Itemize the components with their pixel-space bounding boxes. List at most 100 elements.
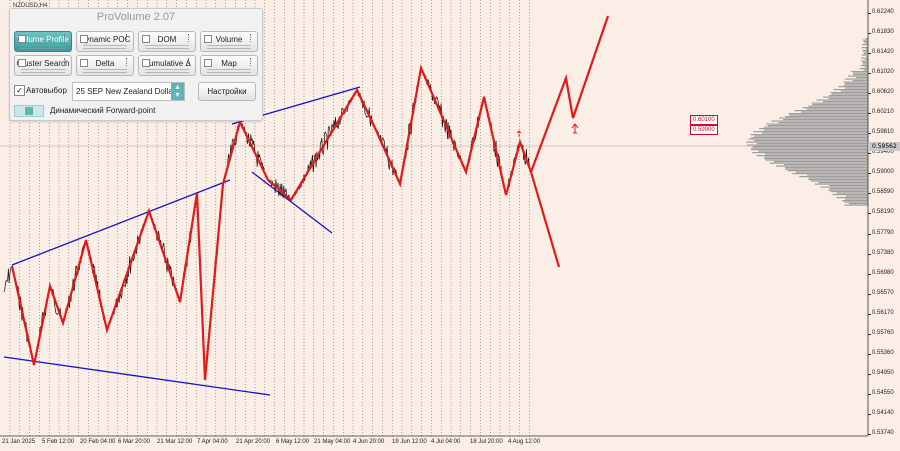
price-label: 0.56170 bbox=[872, 309, 894, 316]
volume-bar bbox=[753, 131, 868, 133]
arrow-up-icon-small bbox=[516, 130, 522, 137]
date-label: 21 Apr 20:00 bbox=[236, 439, 271, 445]
volume-bar bbox=[746, 141, 868, 143]
volume-bar bbox=[779, 117, 868, 119]
volume-bar bbox=[845, 198, 868, 200]
volume-bar bbox=[820, 186, 868, 188]
volume-bar bbox=[808, 179, 868, 181]
volume-bar bbox=[764, 158, 868, 160]
volume-bar bbox=[845, 87, 868, 89]
price-label: 0.55360 bbox=[872, 349, 894, 356]
volume-bar bbox=[783, 164, 868, 166]
date-label: 20 Feb 04:00 bbox=[80, 439, 116, 445]
price-label: 0.60620 bbox=[872, 89, 894, 96]
volume-bar bbox=[823, 96, 868, 98]
price-label: 0.53740 bbox=[872, 430, 894, 436]
settings-button[interactable]: Настройки bbox=[198, 82, 256, 101]
volume-bar bbox=[836, 197, 868, 199]
volume-bar bbox=[747, 144, 868, 146]
volume-bar bbox=[759, 128, 868, 130]
price-tick bbox=[868, 273, 871, 275]
dynamic-poc-button[interactable]: Dynamic POC bbox=[76, 31, 134, 52]
volume-bar bbox=[830, 92, 868, 94]
volume-bar bbox=[754, 140, 868, 142]
volume-bar bbox=[788, 113, 868, 115]
price-label: 0.62240 bbox=[872, 9, 894, 15]
price-tick bbox=[868, 193, 871, 195]
volume-bar bbox=[844, 201, 868, 203]
volume-bar bbox=[829, 188, 868, 190]
price-tick bbox=[868, 213, 871, 215]
volume-bar bbox=[756, 155, 868, 157]
volume-profile-button[interactable]: Volume Profile bbox=[14, 31, 72, 52]
volume-bar bbox=[787, 170, 868, 172]
provolume-panel: ProVolume 2.07 Volume Profile Dynamic PO… bbox=[9, 8, 263, 121]
price-tick bbox=[868, 253, 871, 255]
price-tick bbox=[868, 113, 871, 115]
volume-bar bbox=[754, 135, 868, 137]
volume-bar bbox=[792, 173, 868, 175]
autoselect-checkbox[interactable]: ✓ bbox=[14, 85, 25, 96]
toggle-icon bbox=[204, 35, 212, 43]
date-label: 7 Apr 04:00 bbox=[197, 439, 228, 445]
price-label: 0.56980 bbox=[872, 269, 894, 276]
price-label: 0.59810 bbox=[872, 129, 894, 136]
date-label: 4 Aug 12:00 bbox=[508, 439, 541, 445]
volume-bar bbox=[829, 185, 868, 187]
toggle-icon bbox=[80, 59, 88, 67]
date-label: 21 Jan 2025 bbox=[2, 439, 36, 445]
toggle-icon bbox=[142, 35, 150, 43]
dots-icon bbox=[126, 58, 130, 66]
volume-button[interactable]: Volume bbox=[200, 31, 258, 52]
volume-bar bbox=[852, 74, 868, 76]
volume-bar bbox=[816, 99, 868, 101]
check-icon: ✓ bbox=[16, 86, 23, 95]
volume-bar bbox=[748, 138, 868, 140]
chevron-updown-icon[interactable]: ▴ ▾ bbox=[171, 83, 184, 100]
volume-bar bbox=[828, 98, 868, 100]
volume-bar bbox=[778, 122, 868, 124]
price-tick bbox=[868, 353, 871, 355]
volume-bar bbox=[785, 116, 868, 118]
current-price-label: 0.59562 bbox=[868, 142, 900, 151]
volume-bar bbox=[807, 174, 868, 176]
volume-bar bbox=[785, 167, 868, 169]
price-tick bbox=[868, 313, 871, 315]
volume-bar bbox=[859, 68, 868, 70]
dots-icon bbox=[188, 58, 192, 66]
volume-bar bbox=[794, 110, 868, 112]
volume-bar bbox=[833, 89, 868, 91]
forward-point-icon[interactable] bbox=[14, 105, 44, 117]
cluster-search-button[interactable]: Cluster Search bbox=[14, 55, 72, 76]
volume-bar bbox=[758, 150, 868, 152]
volume-bar bbox=[767, 125, 868, 127]
dots-icon bbox=[64, 34, 68, 42]
volume-bar bbox=[829, 95, 868, 97]
delta-button[interactable]: Delta bbox=[76, 55, 134, 76]
volume-bar bbox=[766, 123, 868, 125]
volume-bar bbox=[830, 191, 868, 193]
instrument-select[interactable]: 25 SEP New Zealand Dollar ▴ ▾ bbox=[72, 82, 185, 101]
date-label: 6 May 12:00 bbox=[276, 439, 310, 445]
volume-bar bbox=[852, 72, 868, 74]
volume-bar bbox=[812, 104, 868, 106]
price-tick bbox=[868, 33, 871, 35]
autoselect-label: Автовыбор bbox=[26, 86, 67, 95]
volume-bar bbox=[811, 180, 868, 182]
trend-line-lower-1 bbox=[3, 356, 271, 396]
volume-bar bbox=[843, 84, 868, 86]
volume-bar bbox=[860, 65, 868, 67]
date-label: 19 Jun 12:00 bbox=[392, 439, 427, 445]
price-label: 0.54140 bbox=[872, 409, 894, 416]
arrow-up-icon bbox=[571, 123, 579, 134]
volume-bar bbox=[752, 152, 868, 154]
price-label: 0.56570 bbox=[872, 289, 894, 296]
dom-button[interactable]: DOM bbox=[138, 31, 196, 52]
map-button[interactable]: Map bbox=[200, 55, 258, 76]
cumulative-delta-button[interactable]: Cumulative Δ bbox=[138, 55, 196, 76]
toggle-icon bbox=[80, 35, 88, 43]
volume-bar bbox=[849, 203, 868, 205]
volume-bar bbox=[808, 177, 868, 179]
date-axis: 21 Jan 2025 5 Feb 12:00 20 Feb 04:00 6 Mar … bbox=[0, 436, 868, 451]
price-tick bbox=[868, 373, 871, 375]
